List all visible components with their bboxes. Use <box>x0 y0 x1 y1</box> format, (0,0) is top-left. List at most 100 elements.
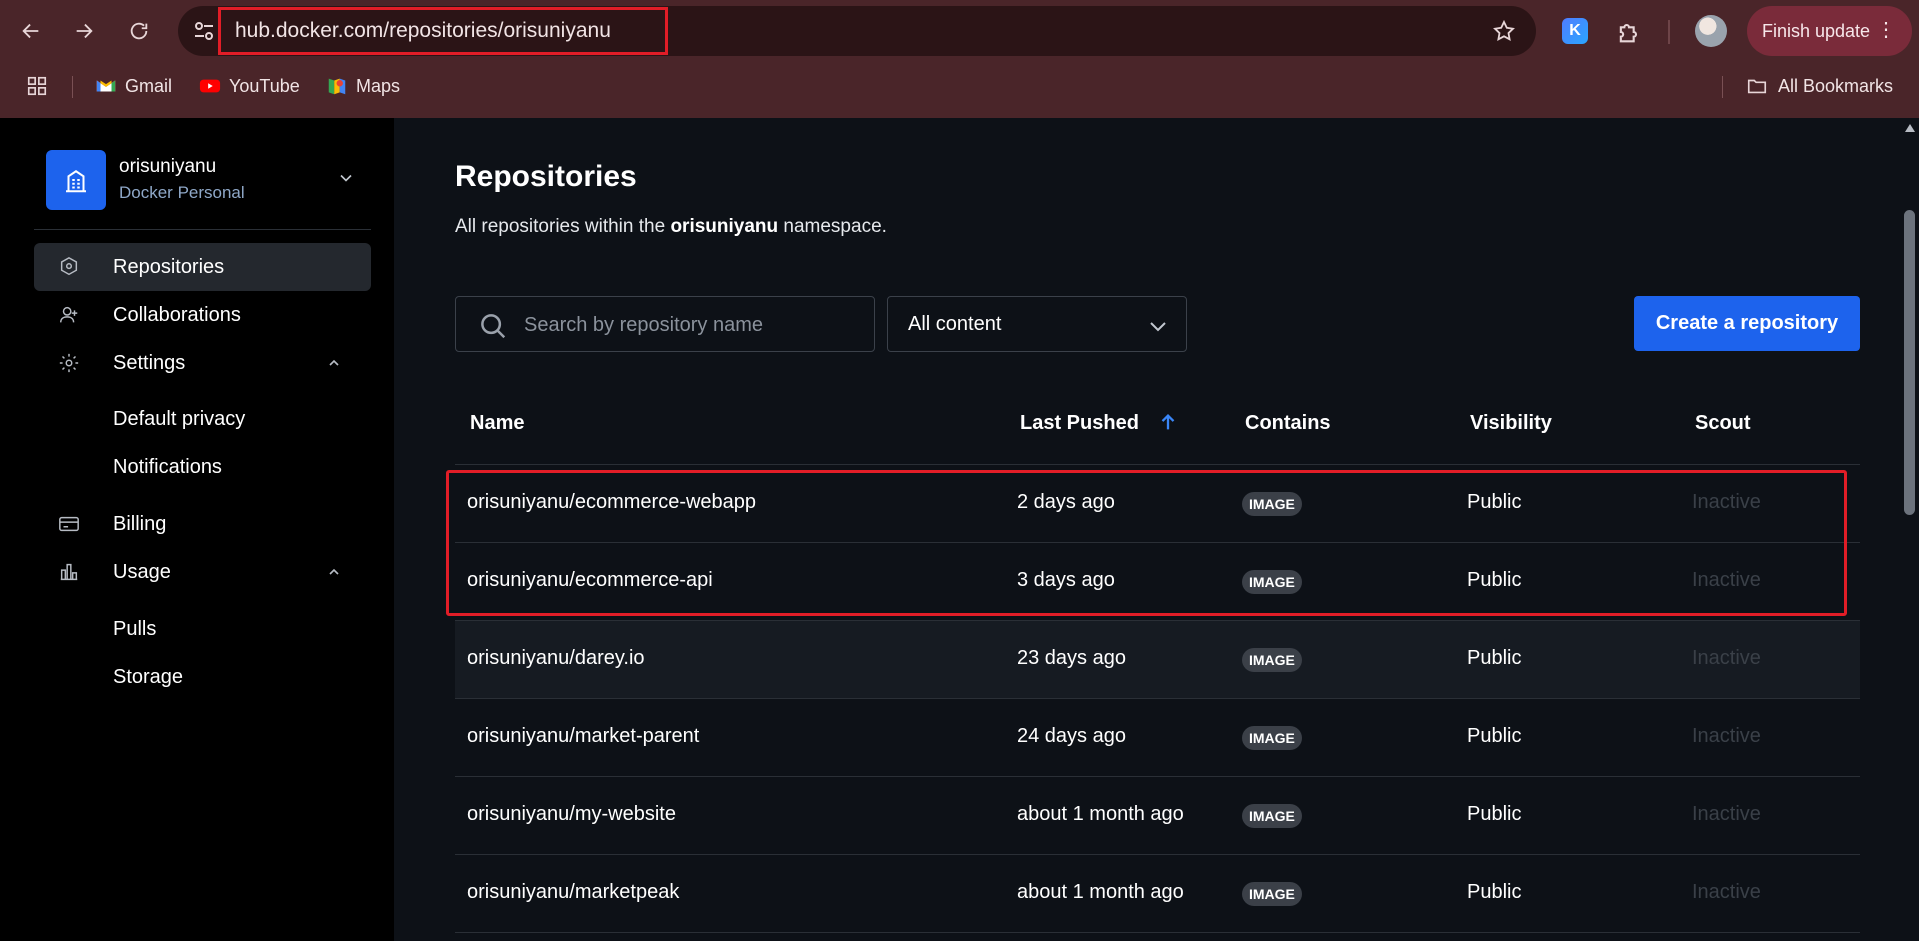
all-bookmarks-button[interactable]: All Bookmarks <box>1746 72 1893 100</box>
bookmark-youtube[interactable]: YouTube <box>199 72 300 100</box>
last-pushed: about 1 month ago <box>1017 881 1184 903</box>
table-row[interactable]: orisuniyanu/ecommerce-webapp 2 days ago … <box>455 465 1860 543</box>
contains-badge: IMAGE <box>1242 882 1302 906</box>
scroll-up-arrow-icon[interactable] <box>1905 124 1915 132</box>
bookmarks-bar: Gmail YouTube Maps All Bookmarks <box>0 64 1919 108</box>
repository-name-link[interactable]: orisuniyanu/market-parent <box>467 725 699 748</box>
sidebar-item-pulls[interactable]: Pulls <box>113 618 156 641</box>
sidebar-item-label: Settings <box>113 351 186 374</box>
browser-chrome: hub.docker.com/repositories/orisuniyanu … <box>0 0 1919 118</box>
contains-badge: IMAGE <box>1242 570 1302 594</box>
reload-icon <box>130 22 148 40</box>
scout-status: Inactive <box>1692 647 1761 669</box>
repository-name-link[interactable]: orisuniyanu/ecommerce-webapp <box>467 491 756 514</box>
bookmark-maps[interactable]: Maps <box>326 72 400 100</box>
billing-card-icon <box>59 516 79 532</box>
repository-name-link[interactable]: orisuniyanu/marketpeak <box>467 881 679 904</box>
folder-icon <box>1747 79 1767 94</box>
reload-button[interactable] <box>122 14 156 48</box>
sidebar-item-usage[interactable]: Usage <box>34 548 371 596</box>
table-row[interactable]: orisuniyanu/darey.io 23 days ago IMAGE P… <box>455 621 1860 699</box>
content-filter-select[interactable]: All content <box>887 296 1187 352</box>
bookmark-star-icon[interactable] <box>1492 19 1516 43</box>
content-filter-value: All content <box>908 313 1002 335</box>
chevron-up-icon <box>329 359 339 366</box>
sidebar-item-label: Collaborations <box>113 303 241 326</box>
bookmarks-divider <box>72 76 73 98</box>
visibility: Public <box>1467 881 1522 903</box>
column-header-visibility: Visibility <box>1470 412 1552 434</box>
finish-update-button[interactable]: Finish update ⋮ <box>1747 6 1912 56</box>
collaborations-icon <box>60 306 78 323</box>
last-pushed: 24 days ago <box>1017 725 1126 747</box>
sidebar-item-billing[interactable]: Billing <box>34 500 371 548</box>
docker-hub-page: orisuniyanu Docker Personal Repositories… <box>0 118 1900 941</box>
sidebar-item-storage[interactable]: Storage <box>113 666 183 689</box>
table-row[interactable]: orisuniyanu/ecommerce-api 3 days ago IMA… <box>455 543 1860 621</box>
search-icon <box>481 314 506 339</box>
repository-name-link[interactable]: orisuniyanu/my-website <box>467 803 676 826</box>
namespace-name: orisuniyanu <box>670 216 779 237</box>
repository-name-link[interactable]: orisuniyanu/darey.io <box>467 647 645 670</box>
create-repository-button[interactable]: Create a repository <box>1634 296 1860 351</box>
bookmark-label: Maps <box>356 75 401 96</box>
address-bar[interactable]: hub.docker.com/repositories/orisuniyanu <box>178 6 1536 56</box>
org-name: orisuniyanu <box>119 156 217 177</box>
table-row[interactable]: orisuniyanu/my-website about 1 month ago… <box>455 777 1860 855</box>
chevron-down-icon <box>340 174 352 182</box>
url-text[interactable]: hub.docker.com/repositories/orisuniyanu <box>235 19 611 43</box>
forward-button[interactable] <box>67 14 101 48</box>
sidebar-item-repositories[interactable]: Repositories <box>34 243 371 291</box>
table-row[interactable]: orisuniyanu/marketpeak about 1 month ago… <box>455 855 1860 933</box>
scout-status: Inactive <box>1692 803 1761 825</box>
repository-name-link[interactable]: orisuniyanu/ecommerce-api <box>467 569 713 592</box>
sidebar-item-settings[interactable]: Settings <box>34 339 371 387</box>
youtube-icon <box>199 75 221 97</box>
scout-status: Inactive <box>1692 569 1761 591</box>
page-title: Repositories <box>455 160 637 193</box>
sidebar-item-notifications[interactable]: Notifications <box>113 456 222 479</box>
visibility: Public <box>1467 569 1522 591</box>
bookmarks-divider <box>1722 76 1723 98</box>
sidebar-divider <box>34 229 371 230</box>
gmail-icon <box>95 75 117 97</box>
finish-update-label: Finish update <box>1762 20 1871 41</box>
last-pushed: 23 days ago <box>1017 647 1126 669</box>
apps-grid-icon[interactable] <box>26 75 48 97</box>
table-row[interactable]: orisuniyanu/market-parent 24 days ago IM… <box>455 699 1860 777</box>
column-header-last-pushed[interactable]: Last Pushed <box>1020 412 1139 435</box>
scrollbar-thumb[interactable] <box>1904 210 1915 515</box>
sort-ascending-arrow-icon[interactable] <box>1157 410 1179 434</box>
last-pushed: 2 days ago <box>1017 491 1115 513</box>
subtitle-suffix: namespace. <box>783 216 887 237</box>
search-input[interactable] <box>524 311 854 339</box>
page-subtitle: All repositories within the orisuniyanu … <box>455 216 887 238</box>
column-header-contains: Contains <box>1245 412 1331 434</box>
back-arrow-icon <box>22 23 39 39</box>
profile-avatar[interactable] <box>1695 15 1727 47</box>
repository-search[interactable] <box>455 296 875 352</box>
chevron-up-icon <box>329 568 339 575</box>
org-building-icon <box>46 150 106 210</box>
last-pushed: about 1 month ago <box>1017 803 1184 825</box>
last-pushed: 3 days ago <box>1017 569 1115 591</box>
sidebar-item-label: Usage <box>113 560 171 583</box>
sidebar-item-default-privacy[interactable]: Default privacy <box>113 408 245 431</box>
column-header-name[interactable]: Name <box>470 412 524 435</box>
bookmark-label: YouTube <box>229 75 300 96</box>
site-settings-icon[interactable] <box>192 19 216 43</box>
page-scrollbar[interactable] <box>1900 118 1919 941</box>
bookmark-gmail[interactable]: Gmail <box>95 72 172 100</box>
extension-k-icon[interactable]: K <box>1562 18 1588 44</box>
sidebar: orisuniyanu Docker Personal Repositories… <box>0 118 394 941</box>
extensions-puzzle-icon[interactable] <box>1615 18 1643 46</box>
org-switcher[interactable]: orisuniyanu Docker Personal <box>46 150 362 212</box>
url-highlight-box: hub.docker.com/repositories/orisuniyanu <box>218 7 668 55</box>
visibility: Public <box>1467 725 1522 747</box>
sidebar-item-collaborations[interactable]: Collaborations <box>34 291 371 339</box>
back-button[interactable] <box>14 14 48 48</box>
maps-icon <box>326 75 348 97</box>
repositories-icon <box>60 256 78 276</box>
contains-badge: IMAGE <box>1242 804 1302 828</box>
scout-status: Inactive <box>1692 725 1761 747</box>
